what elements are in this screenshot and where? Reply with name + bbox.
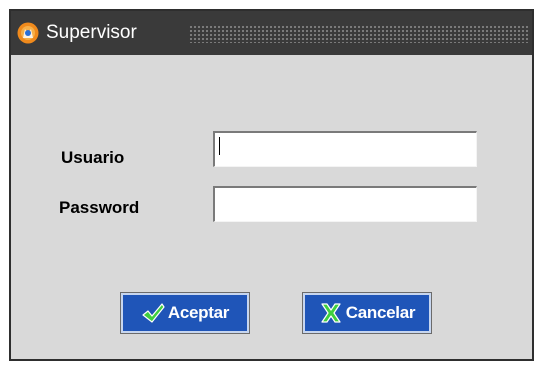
window-title: Supervisor	[46, 22, 137, 43]
text-caret	[219, 137, 220, 155]
usuario-field[interactable]	[213, 131, 477, 167]
cancelar-button[interactable]: Cancelar	[303, 293, 431, 333]
title-bar-grip	[189, 25, 530, 43]
checkmark-icon	[142, 303, 165, 323]
usuario-label: Usuario	[61, 148, 125, 167]
cancelar-label: Cancelar	[345, 303, 416, 322]
password-label: Password	[59, 198, 140, 217]
login-dialog: Supervisor Usuario Password Aceptar Canc…	[9, 9, 534, 361]
password-field[interactable]	[213, 186, 477, 222]
aceptar-label: Aceptar	[167, 303, 230, 322]
app-logo-icon	[17, 22, 39, 44]
aceptar-button[interactable]: Aceptar	[121, 293, 249, 333]
title-bar[interactable]: Supervisor	[11, 11, 532, 55]
x-mark-icon	[321, 303, 341, 323]
